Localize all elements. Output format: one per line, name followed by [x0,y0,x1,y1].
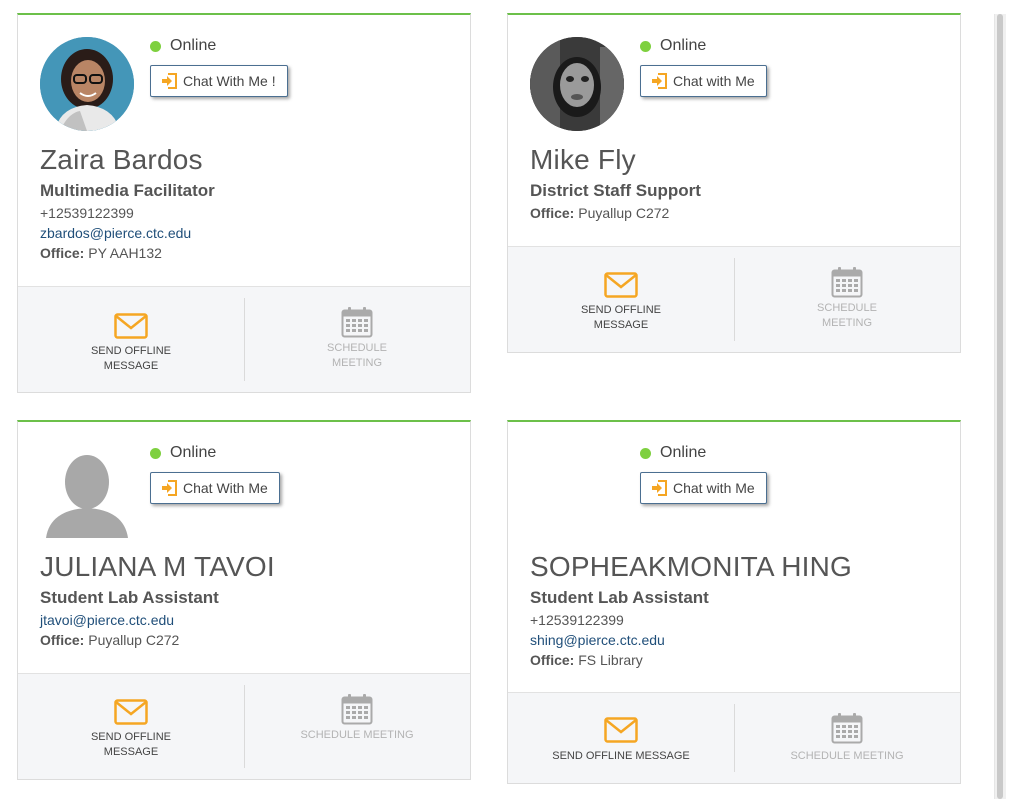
photo-avatar-icon [40,37,134,131]
card-actions: SEND OFFLINE MESSAGE SCHEDULE MEETING [508,692,960,783]
sign-in-icon [651,480,668,496]
send-label-line1: SEND OFFLINE [90,731,172,743]
staff-title: Student Lab Assistant [40,588,219,607]
staff-card-zaira-bardos: Online Chat With Me ! Zaira Bardos Multi… [17,13,471,393]
staff-name: Zaira Bardos [40,144,203,175]
staff-name: JULIANA M TAVOI [40,551,275,582]
avatar [40,444,134,538]
send-offline-message-button[interactable]: SEND OFFLINE MESSAGE [18,674,244,779]
staff-name: Mike Fly [530,144,636,175]
schedule-meeting-button[interactable]: SCHEDULE MEETING [244,287,470,392]
office-value: Puyallup C272 [578,205,670,221]
online-dot-icon [640,447,651,459]
calendar-icon [831,712,863,744]
office-label: Office: [530,205,575,221]
calendar-icon [831,266,863,298]
schedule-meeting-button[interactable]: SCHEDULE MEETING [244,674,470,779]
calendar-icon [341,693,373,725]
send-label-line1: SEND OFFLINE [580,304,662,316]
office-label: Office: [40,632,85,648]
scrollbar-thumb[interactable] [997,14,1003,799]
staff-card-mike-fly: Online Chat with Me Mike Fly District St… [507,13,961,353]
phone-number: +12539122399 [40,205,134,221]
email-link[interactable]: shing@pierce.ctc.edu [530,632,665,648]
chat-button[interactable]: Chat With Me [150,472,280,504]
office-info: Office: Puyallup C272 [530,205,669,221]
email-link[interactable]: jtavoi@pierce.ctc.edu [40,612,174,628]
staff-title: Multimedia Facilitator [40,181,215,200]
online-status: Online [150,37,216,55]
office-info: Office: PY AAH132 [40,245,162,261]
send-offline-message-button[interactable]: SEND OFFLINE MESSAGE [508,693,734,783]
schedule-label-line2: MEETING [821,317,873,329]
chat-button-label: Chat With Me [183,480,268,496]
schedule-label: SCHEDULE MEETING [790,750,904,762]
status-label: Online [660,444,707,461]
office-info: Office: Puyallup C272 [40,632,179,648]
calendar-icon [341,306,373,338]
online-status: Online [640,444,706,462]
email-link[interactable]: zbardos@pierce.ctc.edu [40,225,191,241]
send-label-line2: MESSAGE [593,319,649,331]
envelope-icon [604,717,638,743]
card-actions: SEND OFFLINE MESSAGE SCHEDULE MEETING [18,673,470,779]
office-label: Office: [530,652,575,668]
staff-card-sopheakmonita-hing: Online Chat with Me SOPHEAKMONITA HING S… [507,420,961,784]
sign-in-icon [651,73,668,89]
card-actions: SEND OFFLINE MESSAGE SCHEDULE MEETING [18,286,470,392]
staff-name: SOPHEAKMONITA HING [530,551,853,582]
sign-in-icon [161,480,178,496]
online-dot-icon [150,447,161,459]
office-label: Office: [40,245,85,261]
chat-button[interactable]: Chat With Me ! [150,65,288,97]
default-user-silhouette-icon [46,455,128,538]
status-label: Online [170,444,217,461]
send-label-line2: MESSAGE [103,746,159,758]
schedule-label-line1: SCHEDULE [327,342,387,354]
vertical-scrollbar[interactable] [994,14,1006,799]
send-label: SEND OFFLINE MESSAGE [552,750,690,762]
send-offline-message-button[interactable]: SEND OFFLINE MESSAGE [508,247,734,352]
chat-button-label: Chat with Me [673,480,755,496]
envelope-icon [114,313,148,339]
staff-title: District Staff Support [530,181,701,200]
envelope-icon [604,272,638,298]
phone-number: +12539122399 [530,612,624,628]
avatar [40,37,134,131]
card-actions: SEND OFFLINE MESSAGE SCHEDULE MEETING [508,246,960,352]
status-label: Online [170,37,217,54]
schedule-meeting-button[interactable]: SCHEDULE MEETING [734,247,960,352]
send-label-line1: SEND OFFLINE [90,345,172,357]
online-dot-icon [640,40,651,52]
online-dot-icon [150,40,161,52]
schedule-meeting-button[interactable]: SCHEDULE MEETING [734,693,960,783]
send-label-line2: MESSAGE [103,360,159,372]
schedule-label-line2: MEETING [331,357,383,369]
office-info: Office: FS Library [530,652,643,668]
office-value: FS Library [578,652,643,668]
chat-button[interactable]: Chat with Me [640,472,767,504]
chat-button[interactable]: Chat with Me [640,65,767,97]
envelope-icon [114,699,148,725]
chat-button-label: Chat with Me [673,73,755,89]
schedule-label: SCHEDULE MEETING [300,729,414,741]
office-value: PY AAH132 [88,245,162,261]
send-offline-message-button[interactable]: SEND OFFLINE MESSAGE [18,287,244,392]
avatar [530,37,624,131]
schedule-label-line1: SCHEDULE [817,302,877,314]
status-label: Online [660,37,707,54]
sign-in-icon [161,73,178,89]
online-status: Online [150,444,216,462]
photo-avatar-icon [530,37,624,131]
office-value: Puyallup C272 [88,632,180,648]
staff-card-juliana-tavoi: Online Chat With Me JULIANA M TAVOI Stud… [17,420,471,780]
staff-title: Student Lab Assistant [530,588,709,607]
chat-button-label: Chat With Me ! [183,73,276,89]
online-status: Online [640,37,706,55]
